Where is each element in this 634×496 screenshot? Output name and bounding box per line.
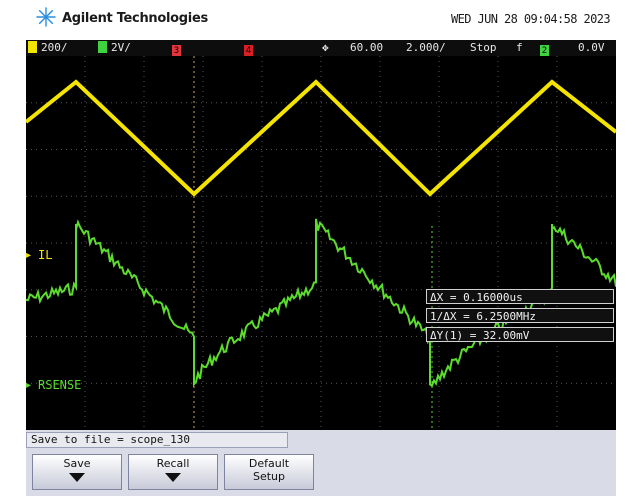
ch1-indicator bbox=[28, 41, 37, 53]
ch1-trace-label: IL bbox=[38, 248, 53, 262]
acquisition-mode[interactable]: Stop bbox=[470, 41, 497, 54]
ch4-indicator[interactable]: 4 bbox=[244, 41, 257, 57]
brand-name: Agilent Technologies bbox=[62, 11, 208, 26]
default-setup-label-line1: Default bbox=[248, 457, 290, 470]
trigger-edge-icon: f bbox=[516, 41, 523, 54]
arrow-down-icon bbox=[69, 473, 85, 482]
ch1-ground-marker[interactable]: ▸ bbox=[26, 250, 31, 261]
ch2-trace-label: RSENSE bbox=[38, 378, 82, 392]
arrow-down-icon bbox=[165, 473, 181, 482]
ch3-indicator[interactable]: 3 bbox=[172, 41, 185, 57]
trigger-source[interactable]: 2 bbox=[540, 41, 553, 57]
date-time: WED JUN 28 09:04:58 2023 bbox=[451, 12, 611, 26]
waveform-display[interactable]: ▸ IL ▸ RSENSE ΔX = 0.16000us 1/ΔX = 6.25… bbox=[26, 56, 616, 430]
cursor-dx-readout: ΔX = 0.16000us bbox=[426, 289, 614, 304]
default-setup-label-line2: Setup bbox=[252, 470, 286, 483]
agilent-spark-logo bbox=[36, 7, 56, 27]
softkey-bar: Save to file = scope_130 Save Recall Def… bbox=[26, 430, 616, 496]
status-bar: 200/ 2V/ 3 4 ✥ 60.00 2.000/ Stop f 2 0.0… bbox=[26, 40, 616, 57]
graticule bbox=[26, 56, 616, 430]
save-to-file-value: scope_130 bbox=[130, 433, 190, 446]
recall-softkey-label: Recall bbox=[156, 457, 190, 470]
ch1-triangle-trace bbox=[26, 79, 616, 197]
ch2-indicator bbox=[98, 41, 107, 53]
ch2-ground-marker[interactable]: ▸ bbox=[26, 380, 31, 391]
trigger-position-icon: ✥ bbox=[322, 41, 329, 54]
cursor-inverse-dx-readout: 1/ΔX = 6.2500MHz bbox=[426, 308, 614, 323]
horizontal-position[interactable]: 60.00 bbox=[350, 41, 383, 54]
save-softkey-label: Save bbox=[63, 457, 91, 470]
recall-softkey[interactable]: Recall bbox=[128, 454, 218, 490]
save-to-file-field[interactable]: Save to file = scope_130 bbox=[26, 432, 288, 448]
timebase[interactable]: 2.000/ bbox=[406, 41, 446, 54]
save-softkey[interactable]: Save bbox=[32, 454, 122, 490]
default-setup-softkey[interactable]: Default Setup bbox=[224, 454, 314, 490]
cursor-dy-readout: ΔY(1) = 32.00mV bbox=[426, 327, 614, 342]
brand-header: Agilent Technologies WED JUN 28 09:04:58… bbox=[0, 0, 634, 40]
trigger-level[interactable]: 0.0V bbox=[578, 41, 605, 54]
save-to-file-label: Save to file = bbox=[31, 433, 124, 446]
ch2-scale[interactable]: 2V/ bbox=[98, 41, 131, 54]
waveform-plot bbox=[26, 56, 616, 430]
ch1-scale[interactable]: 200/ bbox=[28, 41, 68, 54]
